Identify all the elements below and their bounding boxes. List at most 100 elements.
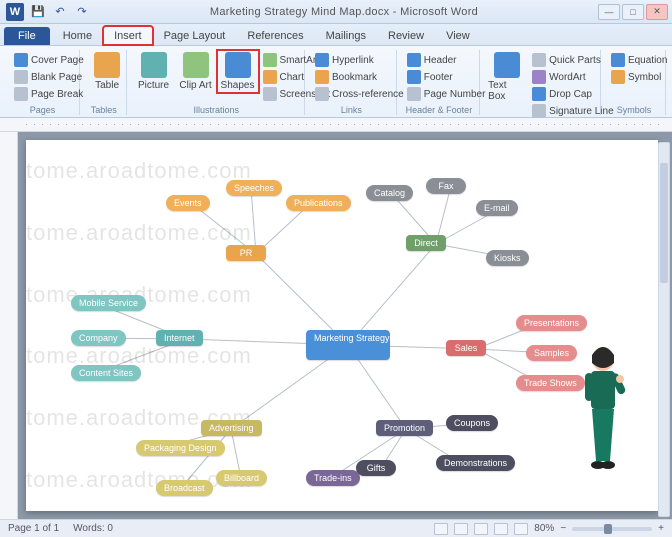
ribbon-header-button[interactable]: Header xyxy=(405,52,488,68)
save-button[interactable]: 💾 xyxy=(30,4,46,20)
ribbon-group-label: Links xyxy=(313,105,390,115)
zoom-slider[interactable] xyxy=(572,527,652,531)
mindmap-node-demonstrations[interactable]: Demonstrations xyxy=(436,455,515,471)
vertical-scrollbar[interactable] xyxy=(658,142,670,517)
tab-mailings[interactable]: Mailings xyxy=(315,26,377,45)
zoom-in[interactable]: + xyxy=(658,523,664,534)
mindmap-node-advertising[interactable]: Advertising xyxy=(201,420,262,436)
tab-insert[interactable]: Insert xyxy=(103,26,153,45)
ribbon-clip-art-button[interactable]: Clip Art xyxy=(177,52,215,91)
ribbon-cover-page-button[interactable]: Cover Page xyxy=(12,52,86,68)
quick-access-toolbar: 💾 ↶ ↷ xyxy=(30,4,90,20)
ribbon-text-box-button[interactable]: Text Box xyxy=(488,52,526,102)
mindmap-node-kiosks[interactable]: Kiosks xyxy=(486,250,529,266)
mindmap-node-company[interactable]: Company xyxy=(71,330,126,346)
mindmap-node-broadcast[interactable]: Broadcast xyxy=(156,480,213,496)
tab-home[interactable]: Home xyxy=(52,26,103,45)
table-icon xyxy=(94,52,120,78)
mindmap-node-catalog[interactable]: Catalog xyxy=(366,185,413,201)
mindmap-node-coupons[interactable]: Coupons xyxy=(446,415,498,431)
ribbon-group-links: HyperlinkBookmarkCross-referenceLinks xyxy=(307,50,397,115)
view-reading[interactable] xyxy=(454,523,468,535)
ribbon-cross-reference-button[interactable]: Cross-reference xyxy=(313,86,406,102)
zoom-knob[interactable] xyxy=(604,524,612,534)
view-outline[interactable] xyxy=(494,523,508,535)
wordart-icon xyxy=(532,70,546,84)
mindmap-node-fax[interactable]: Fax xyxy=(426,178,466,194)
vertical-ruler xyxy=(0,132,18,519)
mindmap-node-pr[interactable]: PR xyxy=(226,245,266,261)
ribbon-group-pages: Cover PageBlank PagePage BreakPages xyxy=(6,50,80,115)
mindmap-node-presentations[interactable]: Presentations xyxy=(516,315,587,331)
bookmark-icon xyxy=(315,70,329,84)
minimize-button[interactable]: — xyxy=(598,4,620,20)
ribbon-page-break-button[interactable]: Page Break xyxy=(12,86,86,102)
ribbon-hyperlink-button[interactable]: Hyperlink xyxy=(313,52,406,68)
tab-review[interactable]: Review xyxy=(377,26,435,45)
mindmap-node-gifts[interactable]: Gifts xyxy=(356,460,396,476)
ribbon-equation-button[interactable]: Equation xyxy=(609,52,669,68)
chart-icon xyxy=(263,70,277,84)
file-tab[interactable]: File xyxy=(4,27,50,45)
page-scroll[interactable]: tome.aroadtome.comtome.aroadtome.comtome… xyxy=(18,132,672,519)
page-canvas[interactable]: tome.aroadtome.comtome.aroadtome.comtome… xyxy=(26,140,658,511)
mindmap-node-samples[interactable]: Samples xyxy=(526,345,577,361)
mindmap-node-e-mail[interactable]: E-mail xyxy=(476,200,518,216)
window-title: Marketing Strategy Mind Map.docx - Micro… xyxy=(90,6,598,18)
blank-page-icon xyxy=(14,70,28,84)
close-button[interactable]: ✕ xyxy=(646,4,668,20)
tab-view[interactable]: View xyxy=(435,26,481,45)
view-web[interactable] xyxy=(474,523,488,535)
quick-parts-icon xyxy=(532,53,546,67)
mindmap-node-speeches[interactable]: Speeches xyxy=(226,180,282,196)
ribbon-table-button[interactable]: Table xyxy=(88,52,126,91)
mindmap-node-trade-shows[interactable]: Trade Shows xyxy=(516,375,585,391)
ribbon-picture-button[interactable]: Picture xyxy=(135,52,173,91)
mindmap-node-direct[interactable]: Direct xyxy=(406,235,446,251)
maximize-button[interactable]: □ xyxy=(622,4,644,20)
mindmap-node-marketing-strategy[interactable]: Marketing Strategy xyxy=(306,330,390,360)
ribbon-group-label: Tables xyxy=(88,105,119,115)
mindmap-node-publications[interactable]: Publications xyxy=(286,195,351,211)
mindmap-node-sales[interactable]: Sales xyxy=(446,340,486,356)
mindmap-node-content-sites[interactable]: Content Sites xyxy=(71,365,141,381)
mindmap-node-trade-ins[interactable]: Trade-ins xyxy=(306,470,360,486)
mindmap-node-internet[interactable]: Internet xyxy=(156,330,203,346)
ribbon-bookmark-button[interactable]: Bookmark xyxy=(313,69,406,85)
page-break-icon xyxy=(14,87,28,101)
symbol-icon xyxy=(611,70,625,84)
title-bar: W 💾 ↶ ↷ Marketing Strategy Mind Map.docx… xyxy=(0,0,672,24)
clipart-businesswoman[interactable] xyxy=(568,341,638,481)
footer-icon xyxy=(407,70,421,84)
mindmap-node-packaging-design[interactable]: Packaging Design xyxy=(136,440,225,456)
undo-button[interactable]: ↶ xyxy=(52,4,68,20)
ribbon-group-header-footer: HeaderFooterPage NumberHeader & Footer xyxy=(399,50,480,115)
scrollbar-thumb[interactable] xyxy=(660,163,668,283)
redo-button[interactable]: ↷ xyxy=(74,4,90,20)
ribbon-footer-button[interactable]: Footer xyxy=(405,69,488,85)
tab-page-layout[interactable]: Page Layout xyxy=(153,26,237,45)
tab-references[interactable]: References xyxy=(236,26,314,45)
ribbon-tabs: File HomeInsertPage LayoutReferencesMail… xyxy=(0,24,672,46)
view-draft[interactable] xyxy=(514,523,528,535)
ribbon-symbol-button[interactable]: Symbol xyxy=(609,69,669,85)
ribbon-group-text: Text BoxQuick PartsWordArtDrop CapSignat… xyxy=(482,50,601,115)
ribbon-page-number-button[interactable]: Page Number xyxy=(405,86,488,102)
ribbon-group-label: Pages xyxy=(12,105,73,115)
view-print-layout[interactable] xyxy=(434,523,448,535)
ribbon-group-label: Symbols xyxy=(609,105,659,115)
ribbon-shapes-button[interactable]: Shapes xyxy=(219,52,257,91)
zoom-out[interactable]: − xyxy=(560,523,566,534)
ribbon-group-illustrations: PictureClip ArtShapesSmartArtChartScreen… xyxy=(129,50,306,115)
ribbon-blank-page-button[interactable]: Blank Page xyxy=(12,69,86,85)
picture-icon xyxy=(141,52,167,78)
mindmap-node-promotion[interactable]: Promotion xyxy=(376,420,433,436)
page-number-icon xyxy=(407,87,421,101)
horizontal-ruler xyxy=(0,118,672,132)
equation-icon xyxy=(611,53,625,67)
zoom-value: 80% xyxy=(534,523,554,534)
mindmap-node-billboard[interactable]: Billboard xyxy=(216,470,267,486)
mindmap-node-mobile-service[interactable]: Mobile Service xyxy=(71,295,146,311)
mindmap-node-events[interactable]: Events xyxy=(166,195,210,211)
screenshot-icon xyxy=(263,87,277,101)
